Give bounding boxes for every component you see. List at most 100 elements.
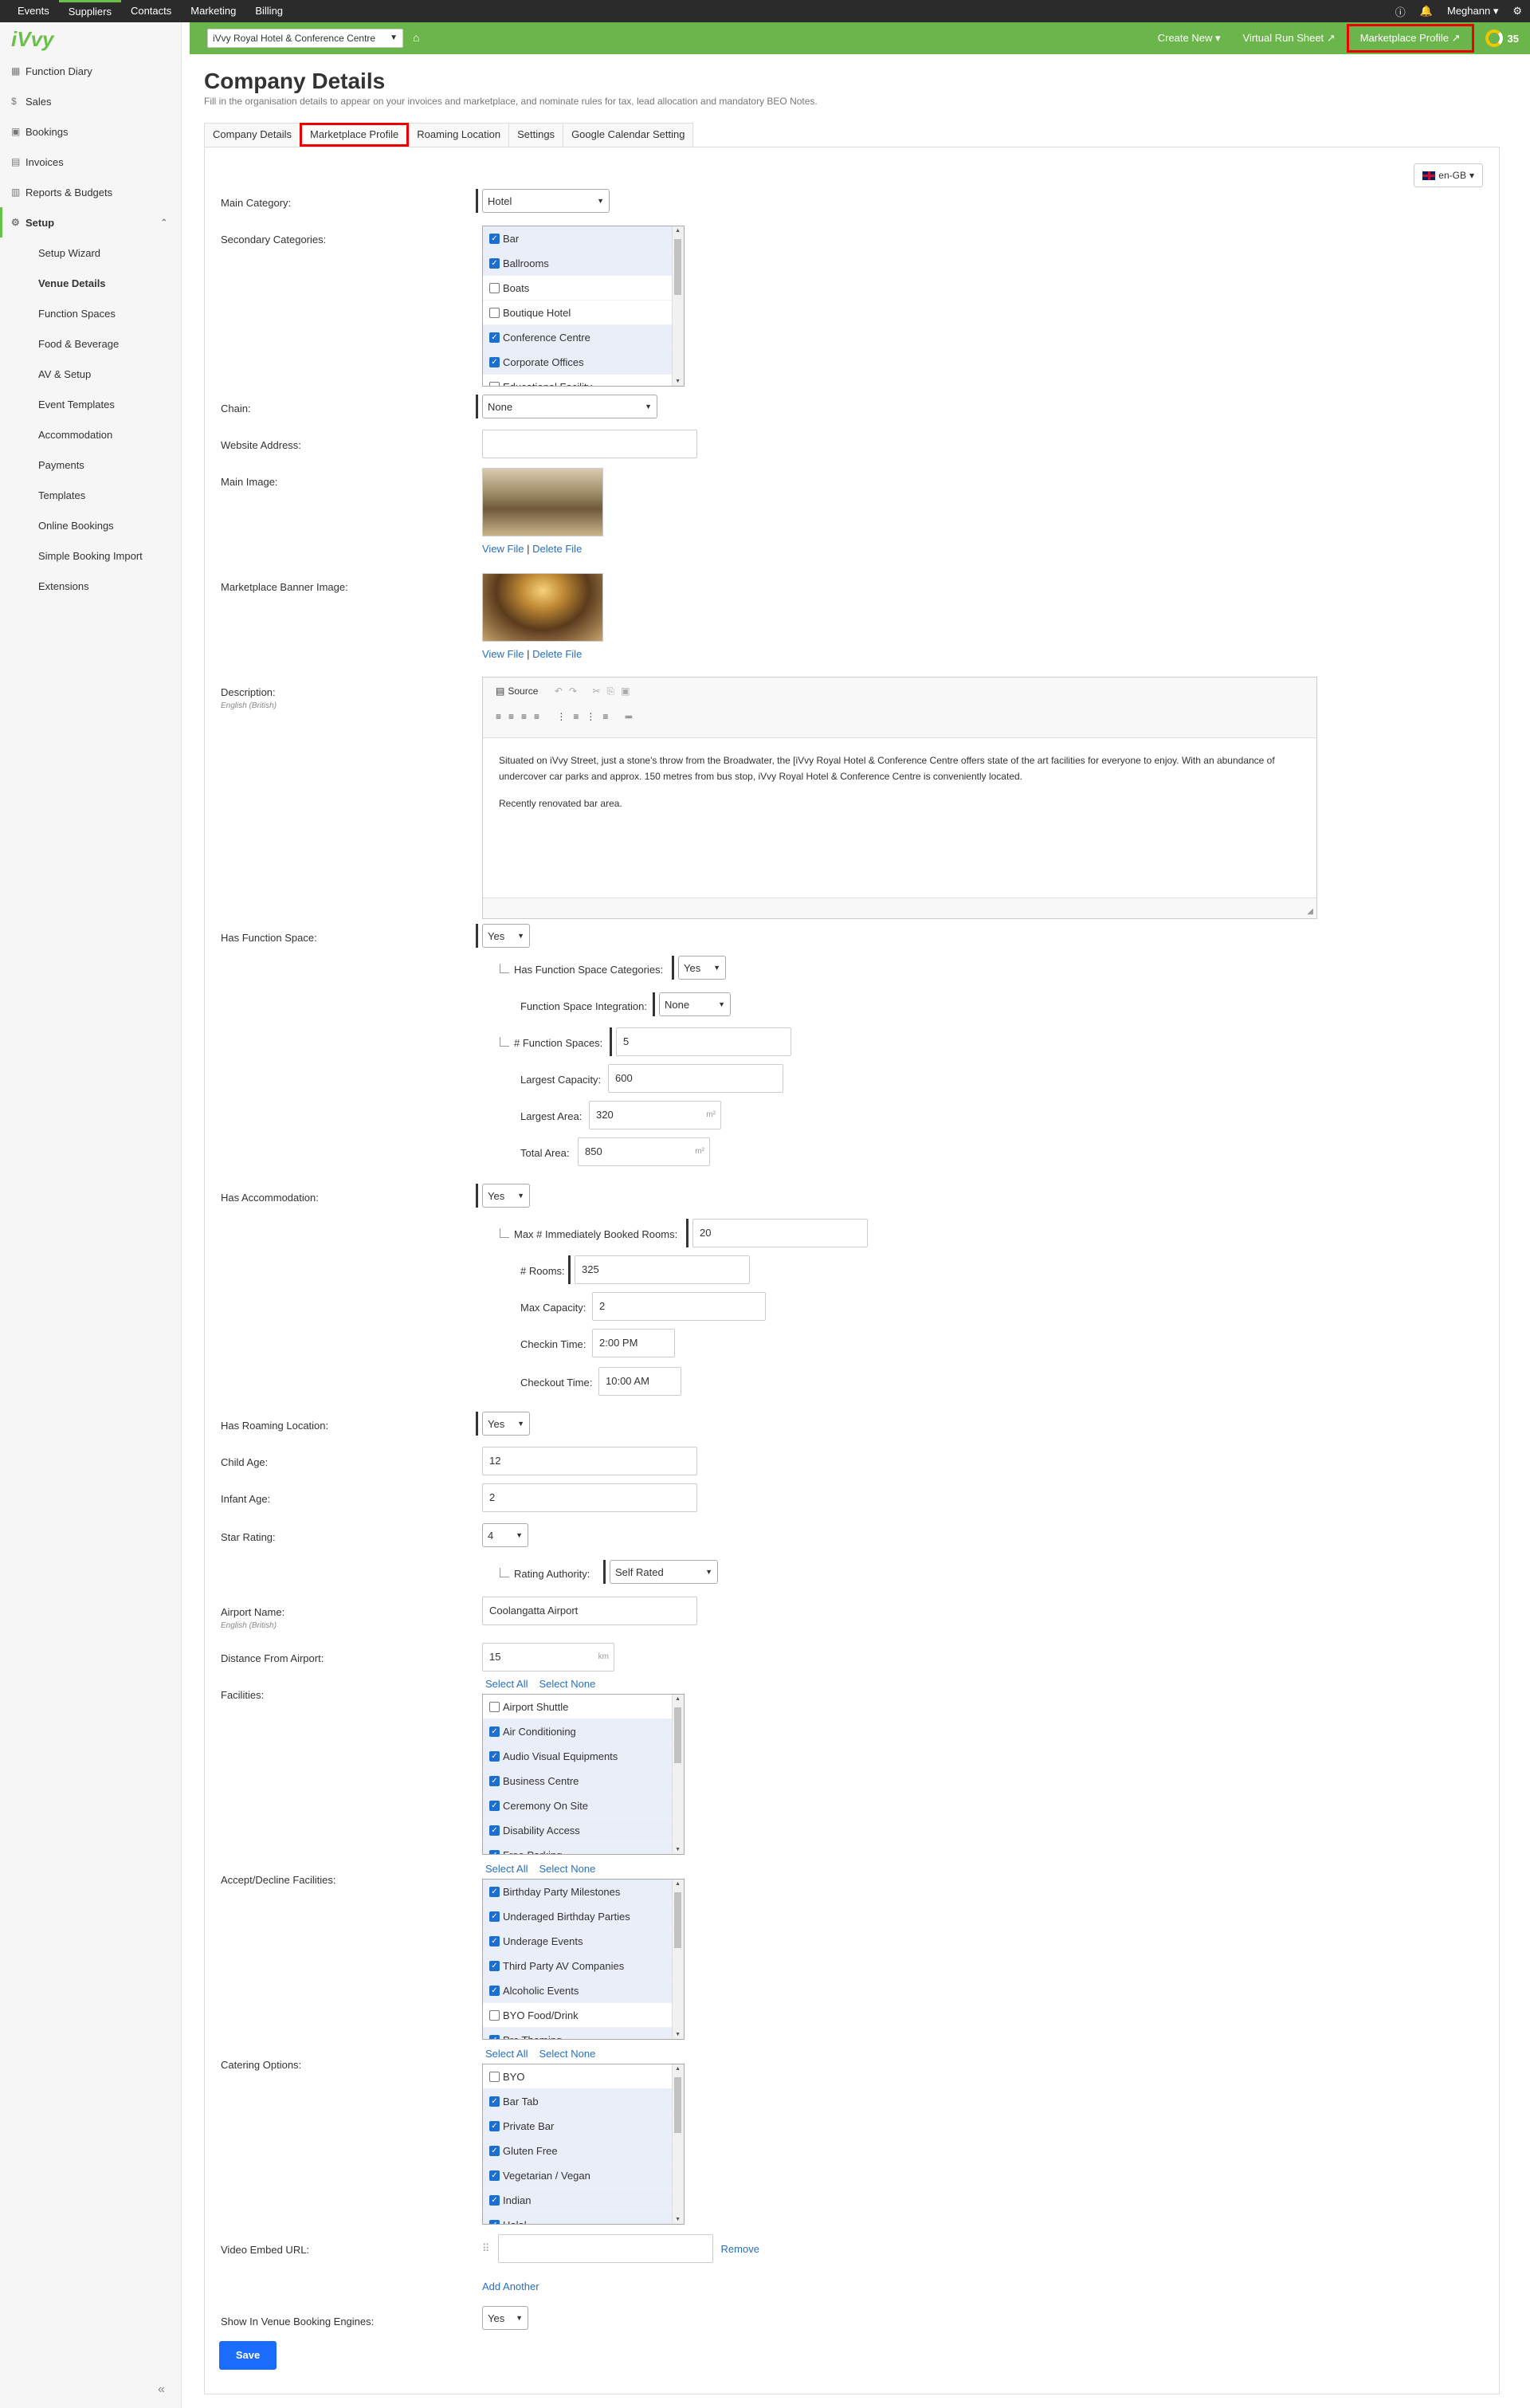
checkbox[interactable]: ✓ <box>489 1911 500 1922</box>
delete-file-link[interactable]: Delete File <box>532 648 582 660</box>
fs-count-input[interactable]: 5 <box>616 1027 791 1056</box>
list-item[interactable]: BYO Food/Drink <box>483 2003 684 2028</box>
list-item[interactable]: ✓ Underaged Birthday Parties <box>483 1904 684 1929</box>
sidebar-sub-av-setup[interactable]: AV & Setup <box>0 359 182 389</box>
topnav-billing[interactable]: Billing <box>245 0 292 22</box>
checkbox[interactable]: ✓ <box>489 2219 500 2224</box>
list-item[interactable]: ✓ Pre Theming <box>483 2028 684 2039</box>
checkbox[interactable]: ✓ <box>489 233 500 244</box>
sidebar-item-invoices[interactable]: ▤ Invoices <box>0 147 182 177</box>
list-item[interactable]: ✓ Audio Visual Equipments <box>483 1744 684 1769</box>
source-button[interactable]: ▤ Source <box>496 685 538 697</box>
editor-format-tools[interactable]: ≡≡≡≡ ⋮≡⋮≡ ═ <box>496 711 639 722</box>
scrollbar[interactable]: ▲ ▼ <box>672 2064 684 2224</box>
scrollbar[interactable]: ▲ ▼ <box>672 1880 684 2039</box>
delete-file-link[interactable]: Delete File <box>532 543 582 555</box>
catering-list[interactable]: BYO ✓ Bar Tab ✓ Private Bar ✓ Gluten Free ✓ Vege… <box>482 2064 685 2225</box>
checkbox[interactable]: ✓ <box>489 2034 500 2039</box>
home-icon[interactable]: ⌂ <box>413 31 419 44</box>
scrollbar[interactable]: ▲ ▼ <box>672 226 684 386</box>
editor-history-tools[interactable]: ↶↷ ✂⎘▣ <box>555 685 636 697</box>
main-category-select[interactable]: Hotel ▼ <box>482 189 610 213</box>
list-item[interactable]: ✓ Disability Access <box>483 1818 684 1843</box>
checkbox[interactable]: ✓ <box>489 2194 500 2206</box>
has-function-space-select[interactable]: Yes ▼ <box>482 924 530 948</box>
airport-input[interactable]: Coolangatta Airport <box>482 1597 697 1625</box>
checkbox[interactable]: ✓ <box>489 356 500 367</box>
logo[interactable]: iVvy <box>11 27 54 52</box>
facilities-list[interactable]: Airport Shuttle ✓ Air Conditioning ✓ Audio V… <box>482 1694 685 1855</box>
has-roaming-select[interactable]: Yes ▼ <box>482 1412 530 1436</box>
checkbox[interactable]: ✓ <box>489 1960 500 1971</box>
rooms-input[interactable]: 325 <box>575 1255 750 1284</box>
topnav-contacts[interactable]: Contacts <box>121 0 181 22</box>
sidebar-item-function-diary[interactable]: ▦ Function Diary <box>0 56 182 86</box>
list-item[interactable]: ✓ Private Bar <box>483 2114 684 2139</box>
select-none-link[interactable]: Select None <box>539 2048 595 2060</box>
list-item[interactable]: ✓ Conference Centre <box>483 325 684 350</box>
distance-input[interactable]: 15 km <box>482 1643 614 1671</box>
tab-marketplace-profile[interactable]: Marketplace Profile <box>300 123 410 147</box>
tab-roaming-location[interactable]: Roaming Location <box>408 123 510 147</box>
fs-categories-select[interactable]: Yes ▼ <box>678 956 726 980</box>
tab-company-details[interactable]: Company Details <box>204 123 300 147</box>
list-item[interactable]: ✓ Third Party AV Companies <box>483 1954 684 1978</box>
list-item[interactable]: Boats <box>483 276 684 301</box>
topnav-suppliers[interactable]: Suppliers <box>58 0 121 22</box>
tab-settings[interactable]: Settings <box>508 123 564 147</box>
checkbox[interactable]: ✓ <box>489 1935 500 1946</box>
website-input[interactable] <box>482 430 697 458</box>
list-item[interactable]: Boutique Hotel <box>483 301 684 325</box>
select-all-link[interactable]: Select All <box>485 1678 528 1690</box>
remove-link[interactable]: Remove <box>721 2243 759 2255</box>
select-all-link[interactable]: Select All <box>485 1863 528 1875</box>
checkbox[interactable] <box>489 2009 500 2021</box>
list-item[interactable]: ✓ Alcoholic Events <box>483 1978 684 2003</box>
checkbox[interactable] <box>489 282 500 293</box>
checkbox[interactable]: ✓ <box>489 2120 500 2131</box>
drag-handle-icon[interactable]: ⠿ <box>482 2242 490 2255</box>
checkbox[interactable] <box>489 307 500 318</box>
accept-decline-list[interactable]: ✓ Birthday Party Milestones ✓ Underaged Bir… <box>482 1879 685 2040</box>
checkbox[interactable]: ✓ <box>489 257 500 269</box>
list-item[interactable]: ✓ Underage Events <box>483 1929 684 1954</box>
scrollbar[interactable]: ▲ ▼ <box>672 1695 684 1854</box>
gear-icon[interactable]: ⚙ <box>1512 5 1522 18</box>
checkbox[interactable]: ✓ <box>489 1726 500 1737</box>
list-item[interactable]: ✓ Bar Tab <box>483 2089 684 2114</box>
topnav-marketing[interactable]: Marketing <box>181 0 245 22</box>
checkbox[interactable] <box>489 1701 500 1712</box>
checkbox[interactable]: ✓ <box>489 1849 500 1854</box>
list-item[interactable]: BYO <box>483 2064 684 2089</box>
list-item[interactable]: ✓ Free Parking <box>483 1843 684 1854</box>
video-input[interactable] <box>497 2234 713 2263</box>
checkbox[interactable]: ✓ <box>489 2096 500 2107</box>
infant-age-input[interactable]: 2 <box>482 1483 697 1512</box>
save-button[interactable]: Save <box>219 2341 277 2370</box>
sidebar-sub-simple-booking-import[interactable]: Simple Booking Import <box>0 540 182 571</box>
list-item[interactable]: ✓ Indian <box>483 2188 684 2213</box>
select-all-link[interactable]: Select All <box>485 2048 528 2060</box>
sidebar-sub-online-bookings[interactable]: Online Bookings <box>0 510 182 540</box>
select-none-link[interactable]: Select None <box>539 1678 595 1690</box>
list-item[interactable]: ✓ Halal <box>483 2213 684 2224</box>
editor-content[interactable]: Situated on iVvy Street, just a stone's … <box>483 738 1316 837</box>
list-item[interactable]: ✓ Ballrooms <box>483 251 684 276</box>
sidebar-sub-payments[interactable]: Payments <box>0 450 182 480</box>
sidebar-sub-accommodation[interactable]: Accommodation <box>0 419 182 450</box>
description-editor[interactable]: ▤ Source ↶↷ ✂⎘▣ ≡≡≡≡ ⋮≡⋮≡ ═ Situated on i… <box>482 677 1317 919</box>
progress-counter[interactable]: 35 <box>1474 29 1530 47</box>
list-item[interactable]: ✓ Air Conditioning <box>483 1719 684 1744</box>
star-rating-select[interactable]: 4 ▼ <box>482 1523 528 1547</box>
list-item[interactable]: ✓ Vegetarian / Vegan <box>483 2163 684 2188</box>
sidebar-sub-templates[interactable]: Templates <box>0 480 182 510</box>
chain-select[interactable]: None ▼ <box>482 395 657 418</box>
total-area-input[interactable]: 850 m² <box>578 1137 710 1166</box>
checkbox[interactable] <box>489 2071 500 2082</box>
list-item[interactable]: ✓ Gluten Free <box>483 2139 684 2163</box>
has-accommodation-select[interactable]: Yes ▼ <box>482 1184 530 1208</box>
secondary-categories-list[interactable]: ✓ Bar ✓ Ballrooms Boats Boutique Hotel ✓ Confer… <box>482 226 685 387</box>
info-icon[interactable]: ⓘ <box>1395 4 1406 19</box>
checkbox[interactable]: ✓ <box>489 1775 500 1786</box>
add-another-link[interactable]: Add Another <box>482 2280 539 2292</box>
